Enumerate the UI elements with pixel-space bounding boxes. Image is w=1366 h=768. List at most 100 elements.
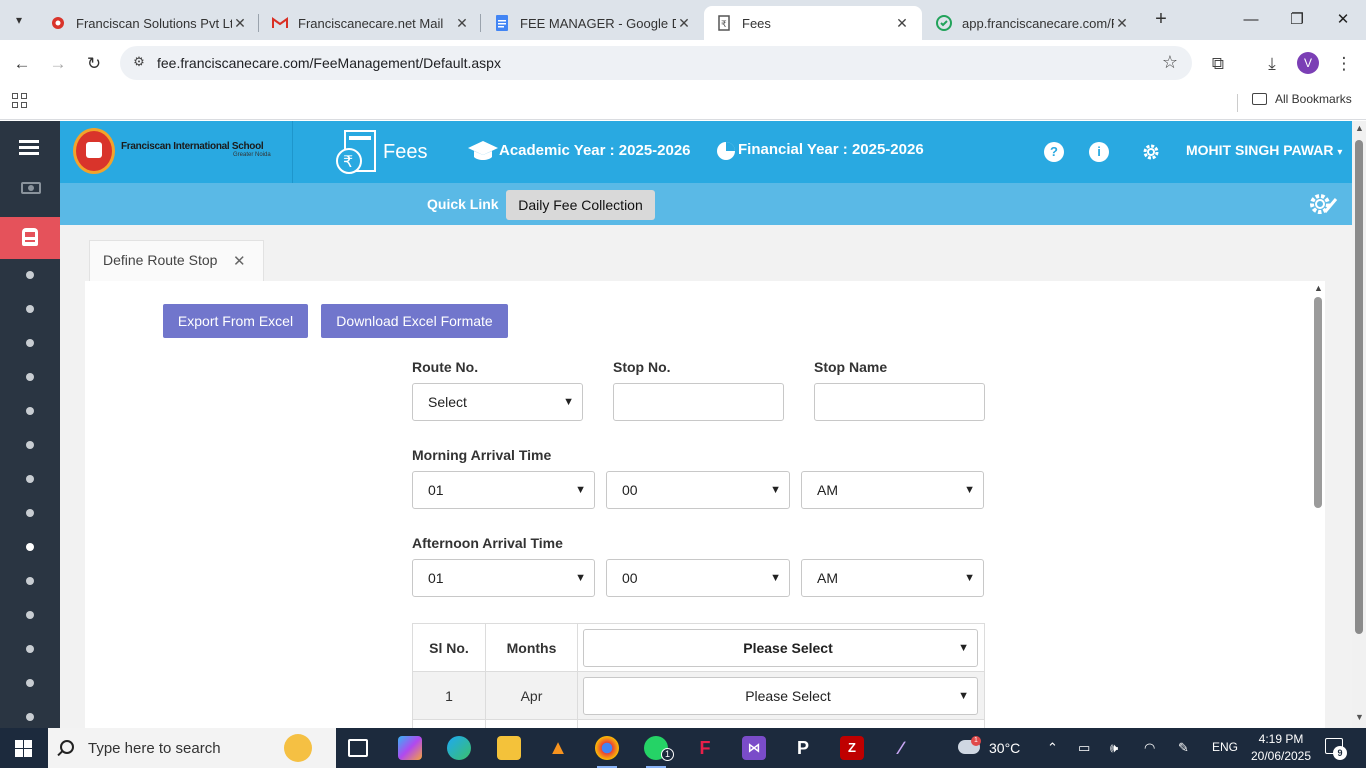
info-icon[interactable]: i <box>1089 142 1109 162</box>
all-bookmarks-button[interactable]: All Bookmarks <box>1252 92 1352 106</box>
academic-year[interactable]: Academic Year : 2025-2026 <box>499 142 691 159</box>
network-tray-icon[interactable]: ▭ <box>1078 740 1090 756</box>
stop-no-input[interactable] <box>613 383 784 421</box>
scroll-down-arrow-icon[interactable]: ▼ <box>1355 712 1364 722</box>
sidebar-dot-item[interactable] <box>26 271 34 279</box>
scroll-up-arrow-icon[interactable]: ▲ <box>1314 283 1323 293</box>
vlc-icon[interactable]: ▲ <box>546 736 570 760</box>
filezilla-icon[interactable]: Z <box>840 736 864 760</box>
route-no-select[interactable]: Select ▼ <box>412 383 583 421</box>
stop-no-label: Stop No. <box>613 359 671 375</box>
feather-app-icon[interactable]: ∕ <box>889 736 913 760</box>
tab-close-icon[interactable]: ✕ <box>1114 15 1130 32</box>
site-info-icon[interactable]: ⚙ <box>130 54 148 72</box>
page-scrollbar-thumb[interactable] <box>1355 140 1363 634</box>
sidebar-dot-item[interactable] <box>26 305 34 313</box>
sidebar-dot-item[interactable] <box>26 509 34 517</box>
chrome-icon[interactable] <box>595 736 619 768</box>
close-icon[interactable]: ✕ <box>233 252 246 270</box>
page-scrollbar[interactable]: ▲ ▼ <box>1352 121 1366 728</box>
sidebar-dot-item[interactable] <box>26 339 34 347</box>
back-button[interactable]: ← <box>10 52 34 76</box>
money-icon[interactable] <box>21 182 41 194</box>
reload-button[interactable]: ↻ <box>82 52 106 76</box>
sidebar-dot-item[interactable] <box>26 645 34 653</box>
taskbar-search[interactable]: Type here to search <box>48 728 336 768</box>
profile-avatar[interactable]: V <box>1297 52 1319 74</box>
panel-scrollbar-thumb[interactable] <box>1314 297 1322 508</box>
morning-ampm-select[interactable]: AM ▼ <box>801 471 984 509</box>
p-app-icon[interactable]: P <box>791 736 815 760</box>
settings-edit-icon[interactable] <box>1307 190 1339 218</box>
browser-tab-franciscan[interactable]: Franciscan Solutions Pvt Ltd. ✕ <box>38 6 260 40</box>
download-excel-format-button[interactable]: Download Excel Formate <box>321 304 508 338</box>
daily-fee-collection-button[interactable]: Daily Fee Collection <box>506 190 655 220</box>
financial-year[interactable]: Financial Year : 2025-2026 <box>738 141 924 158</box>
close-window-button[interactable]: ✕ <box>1320 6 1366 34</box>
forward-button[interactable]: → <box>46 52 70 76</box>
sidebar-dot-item[interactable] <box>26 679 34 687</box>
sidebar-item-transport[interactable] <box>0 217 60 259</box>
month-select-cell <box>577 719 985 728</box>
extensions-icon[interactable]: ⧉ <box>1206 52 1230 76</box>
hamburger-menu-icon[interactable] <box>19 140 41 156</box>
sidebar-dot-item[interactable] <box>26 373 34 381</box>
afternoon-ampm-select[interactable]: AM ▼ <box>801 559 984 597</box>
sidebar-dot-item[interactable] <box>26 611 34 619</box>
wifi-icon[interactable]: ◠ <box>1144 740 1155 756</box>
windows-start-icon[interactable] <box>15 740 32 757</box>
tab-close-icon[interactable]: ✕ <box>454 15 470 32</box>
visual-studio-icon[interactable]: ⋈ <box>742 736 766 760</box>
chevron-down-icon: ▼ <box>958 690 969 702</box>
tab-close-icon[interactable]: ✕ <box>676 15 692 32</box>
new-tab-button[interactable]: + <box>1150 8 1172 30</box>
browser-tab-docs[interactable]: FEE MANAGER - Google Docs ✕ <box>482 6 704 40</box>
sidebar-dot-item[interactable] <box>26 475 34 483</box>
morning-hour-select[interactable]: 01 ▼ <box>412 471 595 509</box>
sidebar-dot-item[interactable] <box>26 441 34 449</box>
edge-icon[interactable] <box>447 736 471 760</box>
school-logo[interactable]: Franciscan International School Greater … <box>60 121 293 183</box>
scroll-up-arrow-icon[interactable]: ▲ <box>1355 123 1364 133</box>
restore-window-button[interactable]: ❐ <box>1274 6 1320 34</box>
tab-define-route-stop[interactable]: Define Route Stop ✕ <box>89 240 264 281</box>
file-explorer-icon[interactable] <box>497 736 521 760</box>
apps-grid-icon[interactable] <box>12 93 28 109</box>
month-select[interactable]: Please Select ▼ <box>583 677 978 715</box>
stop-name-input[interactable] <box>814 383 985 421</box>
all-months-select[interactable]: Please Select ▼ <box>583 629 978 667</box>
afternoon-minute-select[interactable]: 00 ▼ <box>606 559 790 597</box>
tab-close-icon[interactable]: ✕ <box>894 15 910 32</box>
browser-menu-icon[interactable]: ⋮ <box>1332 52 1356 76</box>
tab-search-dropdown-icon[interactable]: ▾ <box>6 8 32 32</box>
sidebar-dot-item-active[interactable] <box>26 543 34 551</box>
settings-gear-icon[interactable] <box>1141 142 1161 162</box>
sidebar-dot-item[interactable] <box>26 713 34 721</box>
volume-icon[interactable]: 🕪 <box>1110 740 1118 756</box>
framer-app-icon[interactable]: F <box>693 736 717 760</box>
browser-tab-fees[interactable]: ₹ Fees ✕ <box>704 6 922 40</box>
bookmark-star-icon[interactable]: ☆ <box>1162 52 1178 73</box>
temperature[interactable]: 30°C <box>989 740 1020 756</box>
address-url[interactable]: fee.franciscanecare.com/FeeManagement/De… <box>157 55 501 71</box>
task-view-icon[interactable] <box>348 739 368 757</box>
export-from-excel-button[interactable]: Export From Excel <box>163 304 308 338</box>
pen-icon[interactable]: ✎ <box>1178 740 1189 756</box>
browser-tab-ecare[interactable]: app.franciscanecare.com/Po ✕ <box>924 6 1142 40</box>
browser-tab-mail[interactable]: Franciscanecare.net Mail ✕ <box>260 6 482 40</box>
downloads-icon[interactable]: ⤓ <box>1260 52 1284 76</box>
tab-close-icon[interactable]: ✕ <box>232 15 248 32</box>
user-menu[interactable]: MOHIT SINGH PAWAR ▾ <box>1186 142 1342 158</box>
chevron-up-icon[interactable]: ⌃ <box>1047 740 1058 756</box>
language-indicator[interactable]: ENG <box>1212 740 1238 754</box>
sidebar-dot-item[interactable] <box>26 577 34 585</box>
help-icon[interactable]: ? <box>1044 142 1064 162</box>
afternoon-hour-select[interactable]: 01 ▼ <box>412 559 595 597</box>
tab-label: FEE MANAGER - Google Docs <box>520 15 676 31</box>
minimize-window-button[interactable]: — <box>1228 6 1274 34</box>
address-bar[interactable]: ⚙ fee.franciscanecare.com/FeeManagement/… <box>120 46 1192 80</box>
sidebar-dot-item[interactable] <box>26 407 34 415</box>
taskbar-clock[interactable]: 4:19 PM 20/06/2025 <box>1248 731 1314 765</box>
copilot-icon[interactable] <box>398 736 422 760</box>
morning-minute-select[interactable]: 00 ▼ <box>606 471 790 509</box>
